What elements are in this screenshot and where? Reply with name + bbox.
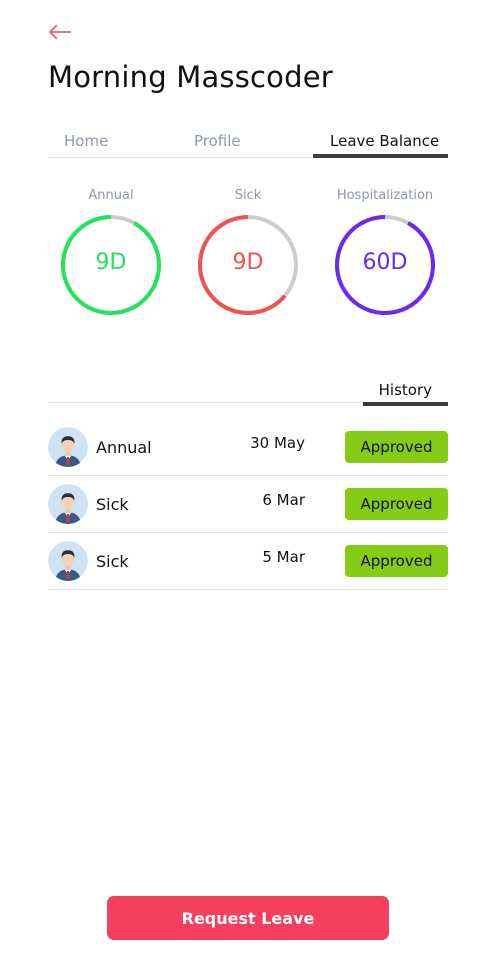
active-tab-indicator [313,154,448,158]
leave-date: 6 Mar [262,491,305,509]
request-leave-button[interactable]: Request Leave [107,896,389,940]
gauge-value: 9D [232,250,264,275]
leave-date: 30 May [250,434,305,452]
sick-balance-gauge: Sick 9D [197,186,299,318]
history-header: History [48,378,448,406]
history-indicator [363,402,448,406]
history-row[interactable]: Annual 30 May Approved [48,419,448,476]
tab-leave-balance[interactable]: Leave Balance [330,132,439,150]
person-avatar-icon [48,541,88,581]
leave-type: Sick [96,552,129,571]
status-badge[interactable]: Approved [345,545,448,577]
tab-profile[interactable]: Profile [194,132,241,150]
history-row[interactable]: Sick 6 Mar Approved [48,476,448,533]
gauge-label: Annual [88,188,134,203]
leave-date: 5 Mar [262,548,305,566]
page-title: Morning Masscoder [48,60,333,94]
gauge-label: Sick [234,188,262,203]
leave-type: Annual [96,438,152,457]
status-badge[interactable]: Approved [345,431,448,463]
person-avatar-icon [48,484,88,524]
annual-balance-gauge: Annual 9D [60,186,162,318]
gauge-value: 60D [362,250,408,275]
tab-home[interactable]: Home [64,132,108,150]
history-list: Annual 30 May Approved Sick 6 Mar Approv… [48,419,448,590]
person-avatar-icon [48,427,88,467]
history-title[interactable]: History [379,381,432,399]
gauge-value: 9D [95,250,127,275]
back-arrow-icon[interactable] [48,22,72,42]
history-row[interactable]: Sick 5 Mar Approved [48,533,448,590]
gauge-label: Hospitalization [336,188,434,203]
tab-bar: Home Profile Leave Balance [48,128,448,158]
leave-type: Sick [96,495,129,514]
hospitalization-balance-gauge: Hospitalization 60D [334,186,436,318]
status-badge[interactable]: Approved [345,488,448,520]
